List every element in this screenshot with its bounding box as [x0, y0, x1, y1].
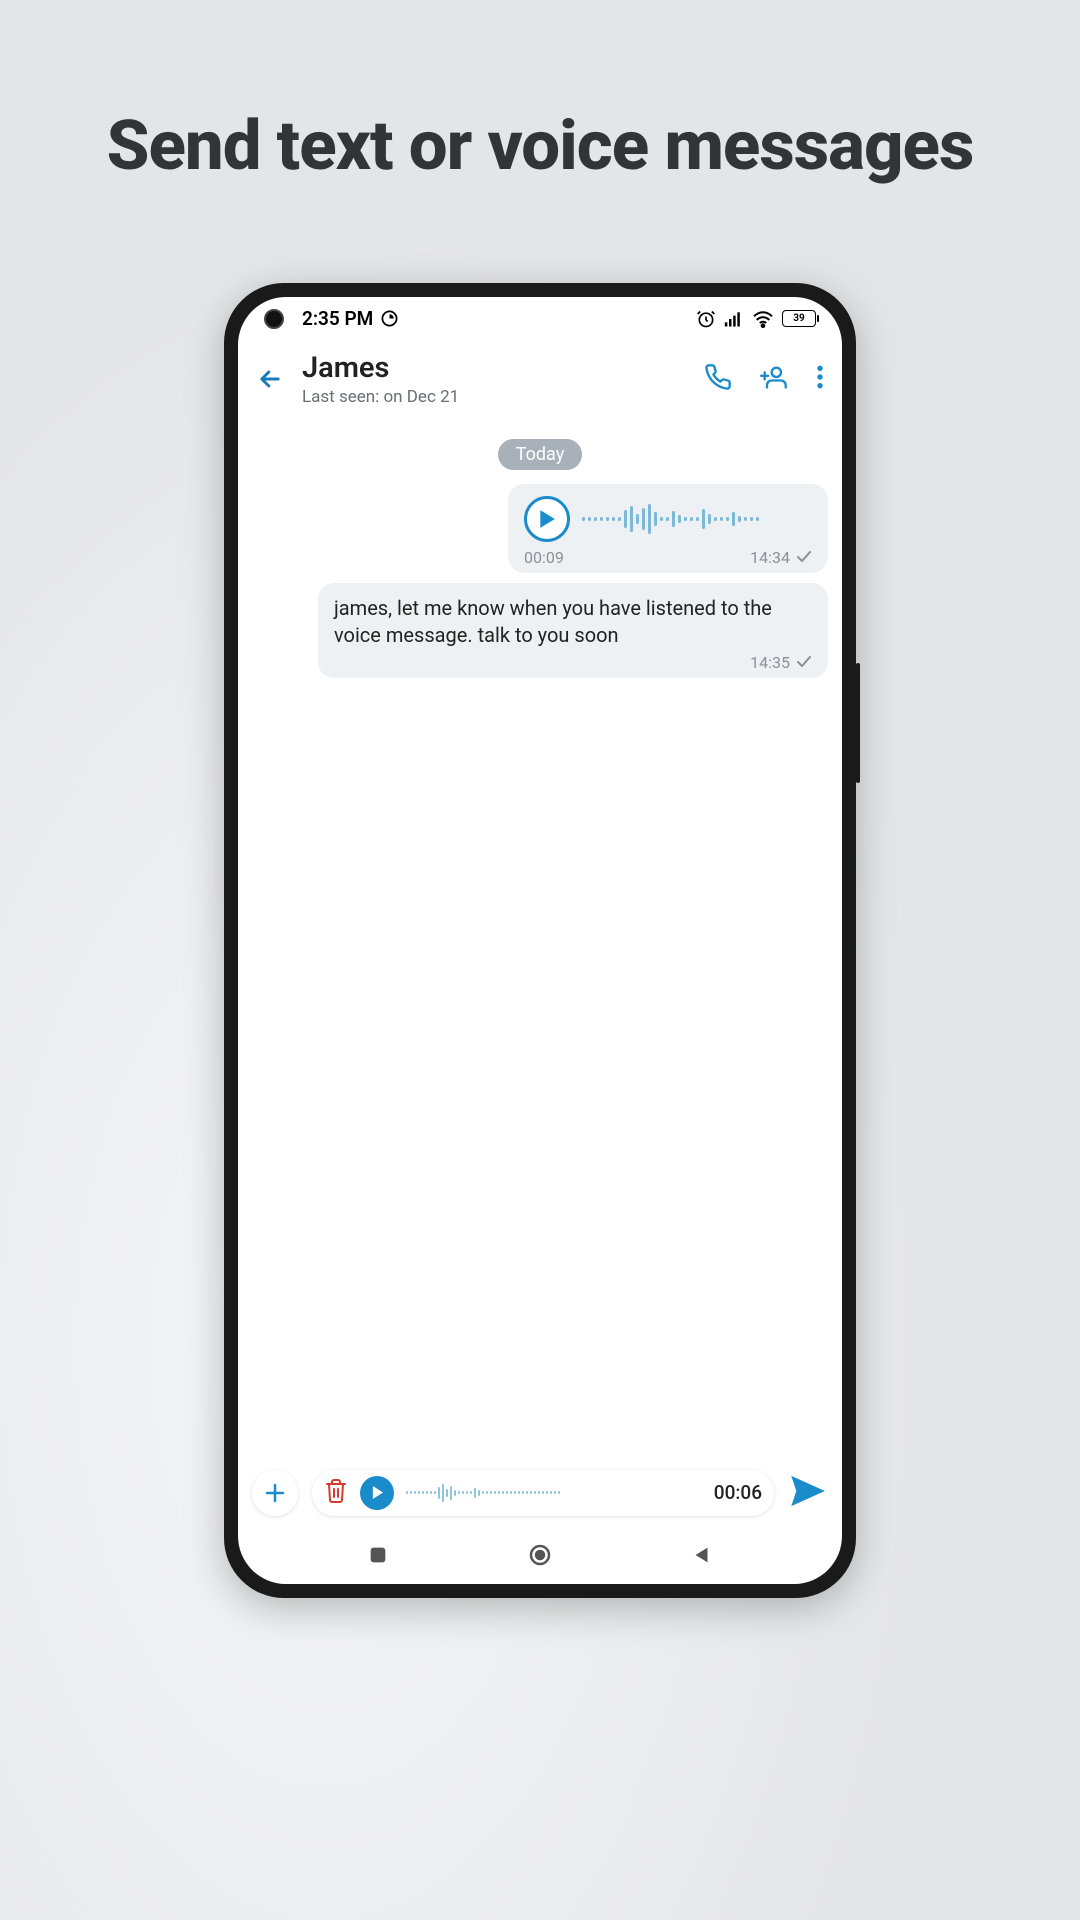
- voice-recording-bar: 00:06: [312, 1470, 774, 1516]
- status-bar: 2:35 PM 39: [238, 297, 842, 341]
- signal-icon: [724, 310, 744, 328]
- play-icon: [538, 509, 556, 529]
- voice-timestamp: 14:34: [750, 548, 790, 567]
- status-left: 2:35 PM: [302, 307, 398, 330]
- nav-back-button[interactable]: [691, 1544, 713, 1570]
- camera-punch-hole: [264, 309, 284, 329]
- back-arrow-icon: [256, 365, 284, 393]
- circle-icon: [528, 1543, 552, 1567]
- phone-icon: [704, 363, 732, 391]
- status-right: 39: [696, 309, 816, 329]
- preview-play-button[interactable]: [360, 1476, 394, 1510]
- alarm-icon: [696, 309, 716, 329]
- app-indicator-icon: [381, 310, 398, 327]
- android-nav-bar: [238, 1530, 842, 1584]
- text-message-bubble[interactable]: james, let me know when you have listene…: [318, 583, 828, 678]
- status-time: 2:35 PM: [302, 307, 373, 330]
- more-vertical-icon: [816, 364, 824, 390]
- square-icon: [367, 1544, 389, 1566]
- promo-headline: Send text or voice messages: [107, 105, 974, 188]
- chat-body[interactable]: Today: [238, 421, 842, 1460]
- header-actions: [704, 363, 824, 395]
- triangle-back-icon: [691, 1544, 713, 1566]
- call-button[interactable]: [704, 363, 732, 395]
- plus-icon: [263, 1481, 287, 1505]
- date-separator: Today: [498, 439, 582, 470]
- discard-recording-button[interactable]: [324, 1478, 348, 1508]
- voice-message-meta: 00:09 14:34: [524, 548, 812, 567]
- more-options-button[interactable]: [816, 364, 824, 394]
- recording-waveform[interactable]: [406, 1483, 702, 1503]
- send-icon: [788, 1471, 828, 1511]
- battery-icon: 39: [782, 310, 816, 327]
- message-composer: 00:06: [238, 1460, 842, 1530]
- add-person-icon: [760, 363, 788, 391]
- phone-frame: 2:35 PM 39 James Last seen: on Dec 21: [224, 283, 856, 1598]
- trash-icon: [324, 1478, 348, 1504]
- voice-message-bubble[interactable]: 00:09 14:34: [508, 484, 828, 573]
- attach-button[interactable]: [252, 1470, 298, 1516]
- send-button[interactable]: [788, 1471, 828, 1515]
- battery-level: 39: [793, 313, 804, 324]
- recording-duration: 00:06: [714, 1481, 762, 1504]
- voice-duration: 00:09: [524, 548, 564, 567]
- voice-waveform[interactable]: [582, 502, 812, 536]
- voice-play-button[interactable]: [524, 496, 570, 542]
- sent-check-icon: [796, 656, 812, 668]
- chat-header: James Last seen: on Dec 21: [238, 341, 842, 421]
- text-message-meta: 14:35: [334, 653, 812, 672]
- contact-info[interactable]: James Last seen: on Dec 21: [302, 351, 686, 407]
- add-contact-button[interactable]: [760, 363, 788, 395]
- phone-screen: 2:35 PM 39 James Last seen: on Dec 21: [238, 297, 842, 1584]
- message-text: james, let me know when you have listene…: [334, 595, 812, 649]
- nav-home-button[interactable]: [528, 1543, 552, 1571]
- last-seen-label: Last seen: on Dec 21: [302, 387, 686, 407]
- sent-check-icon: [796, 551, 812, 563]
- nav-recent-button[interactable]: [367, 1544, 389, 1570]
- contact-name: James: [302, 351, 686, 385]
- back-button[interactable]: [256, 365, 284, 393]
- text-timestamp: 14:35: [750, 653, 790, 672]
- voice-player-row: [524, 496, 812, 542]
- wifi-icon: [752, 310, 774, 328]
- play-icon: [371, 1485, 384, 1500]
